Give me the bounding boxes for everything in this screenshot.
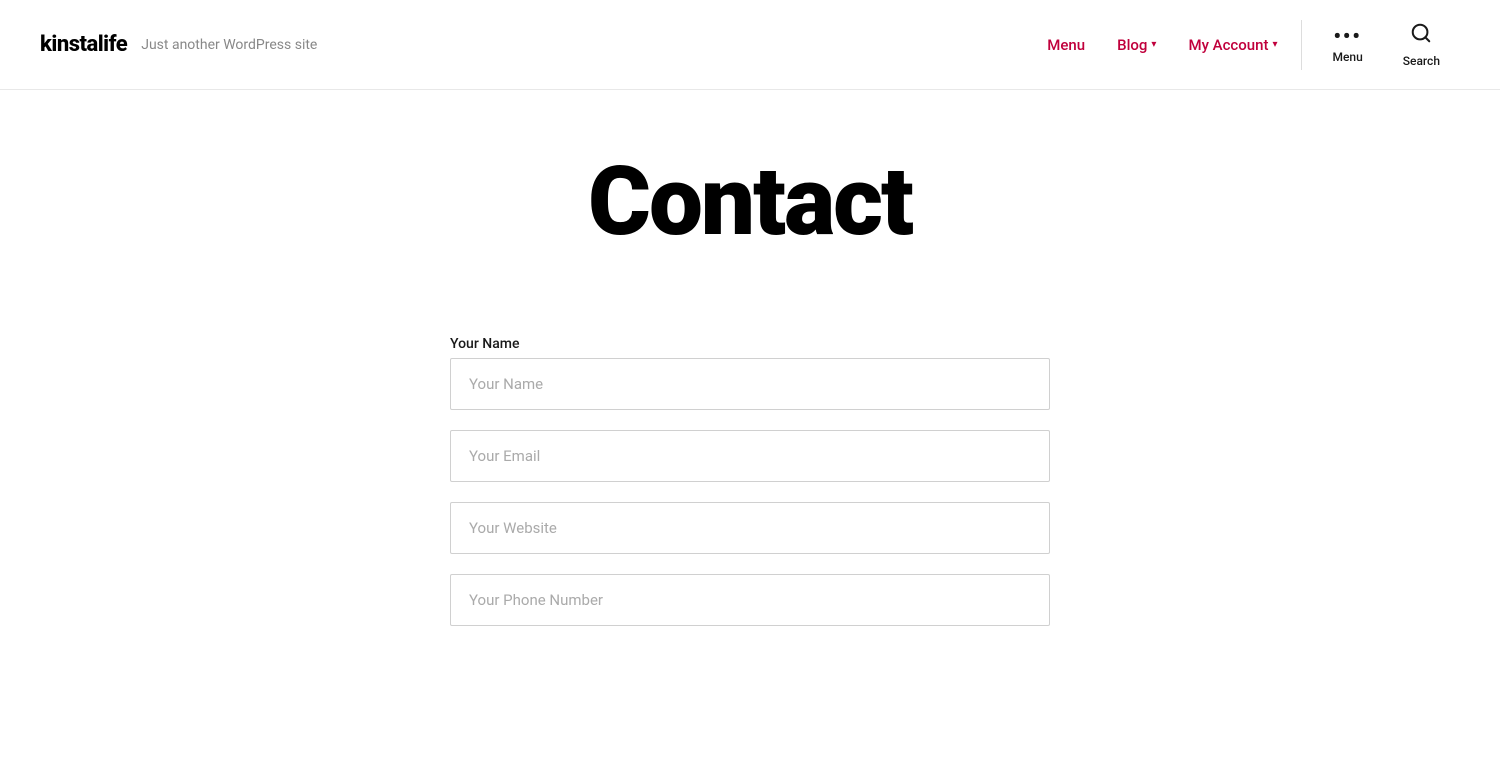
email-field-group bbox=[450, 430, 1050, 482]
dots-icon: ••• bbox=[1334, 26, 1362, 46]
phone-field-group bbox=[450, 574, 1050, 626]
main-nav: Menu Blog ▾ My Account ▾ bbox=[1033, 28, 1291, 62]
nav-menu-label: Menu bbox=[1047, 36, 1085, 54]
site-header: kinstalife Just another WordPress site M… bbox=[0, 0, 1500, 90]
name-label: Your Name bbox=[450, 336, 1050, 352]
website-input[interactable] bbox=[450, 502, 1050, 554]
main-content: Contact Your Name bbox=[0, 90, 1500, 686]
nav-menu-link[interactable]: Menu bbox=[1033, 28, 1099, 62]
my-account-chevron-down-icon: ▾ bbox=[1272, 39, 1277, 50]
search-button[interactable]: Search bbox=[1383, 10, 1460, 80]
menu-dots-button[interactable]: ••• Menu bbox=[1312, 14, 1382, 76]
page-title: Contact bbox=[588, 150, 912, 256]
site-title: kinstalife bbox=[40, 32, 127, 57]
nav-my-account-link[interactable]: My Account ▾ bbox=[1174, 28, 1291, 62]
name-field-group: Your Name bbox=[450, 336, 1050, 410]
name-input[interactable] bbox=[450, 358, 1050, 410]
site-tagline: Just another WordPress site bbox=[141, 37, 317, 53]
nav-blog-link[interactable]: Blog ▾ bbox=[1103, 28, 1170, 62]
email-input[interactable] bbox=[450, 430, 1050, 482]
nav-my-account-label: My Account bbox=[1188, 36, 1268, 54]
phone-input[interactable] bbox=[450, 574, 1050, 626]
search-icon bbox=[1410, 22, 1432, 50]
header-divider bbox=[1301, 20, 1302, 70]
header-actions: ••• Menu Search bbox=[1312, 10, 1460, 80]
blog-chevron-down-icon: ▾ bbox=[1151, 39, 1156, 50]
nav-blog-label: Blog bbox=[1117, 36, 1147, 54]
menu-dots-label: Menu bbox=[1332, 50, 1362, 64]
search-label: Search bbox=[1403, 54, 1440, 68]
contact-form: Your Name bbox=[450, 336, 1050, 646]
website-field-group bbox=[450, 502, 1050, 554]
header-left: kinstalife Just another WordPress site bbox=[40, 32, 317, 57]
header-right: Menu Blog ▾ My Account ▾ ••• Menu bbox=[1033, 10, 1460, 80]
